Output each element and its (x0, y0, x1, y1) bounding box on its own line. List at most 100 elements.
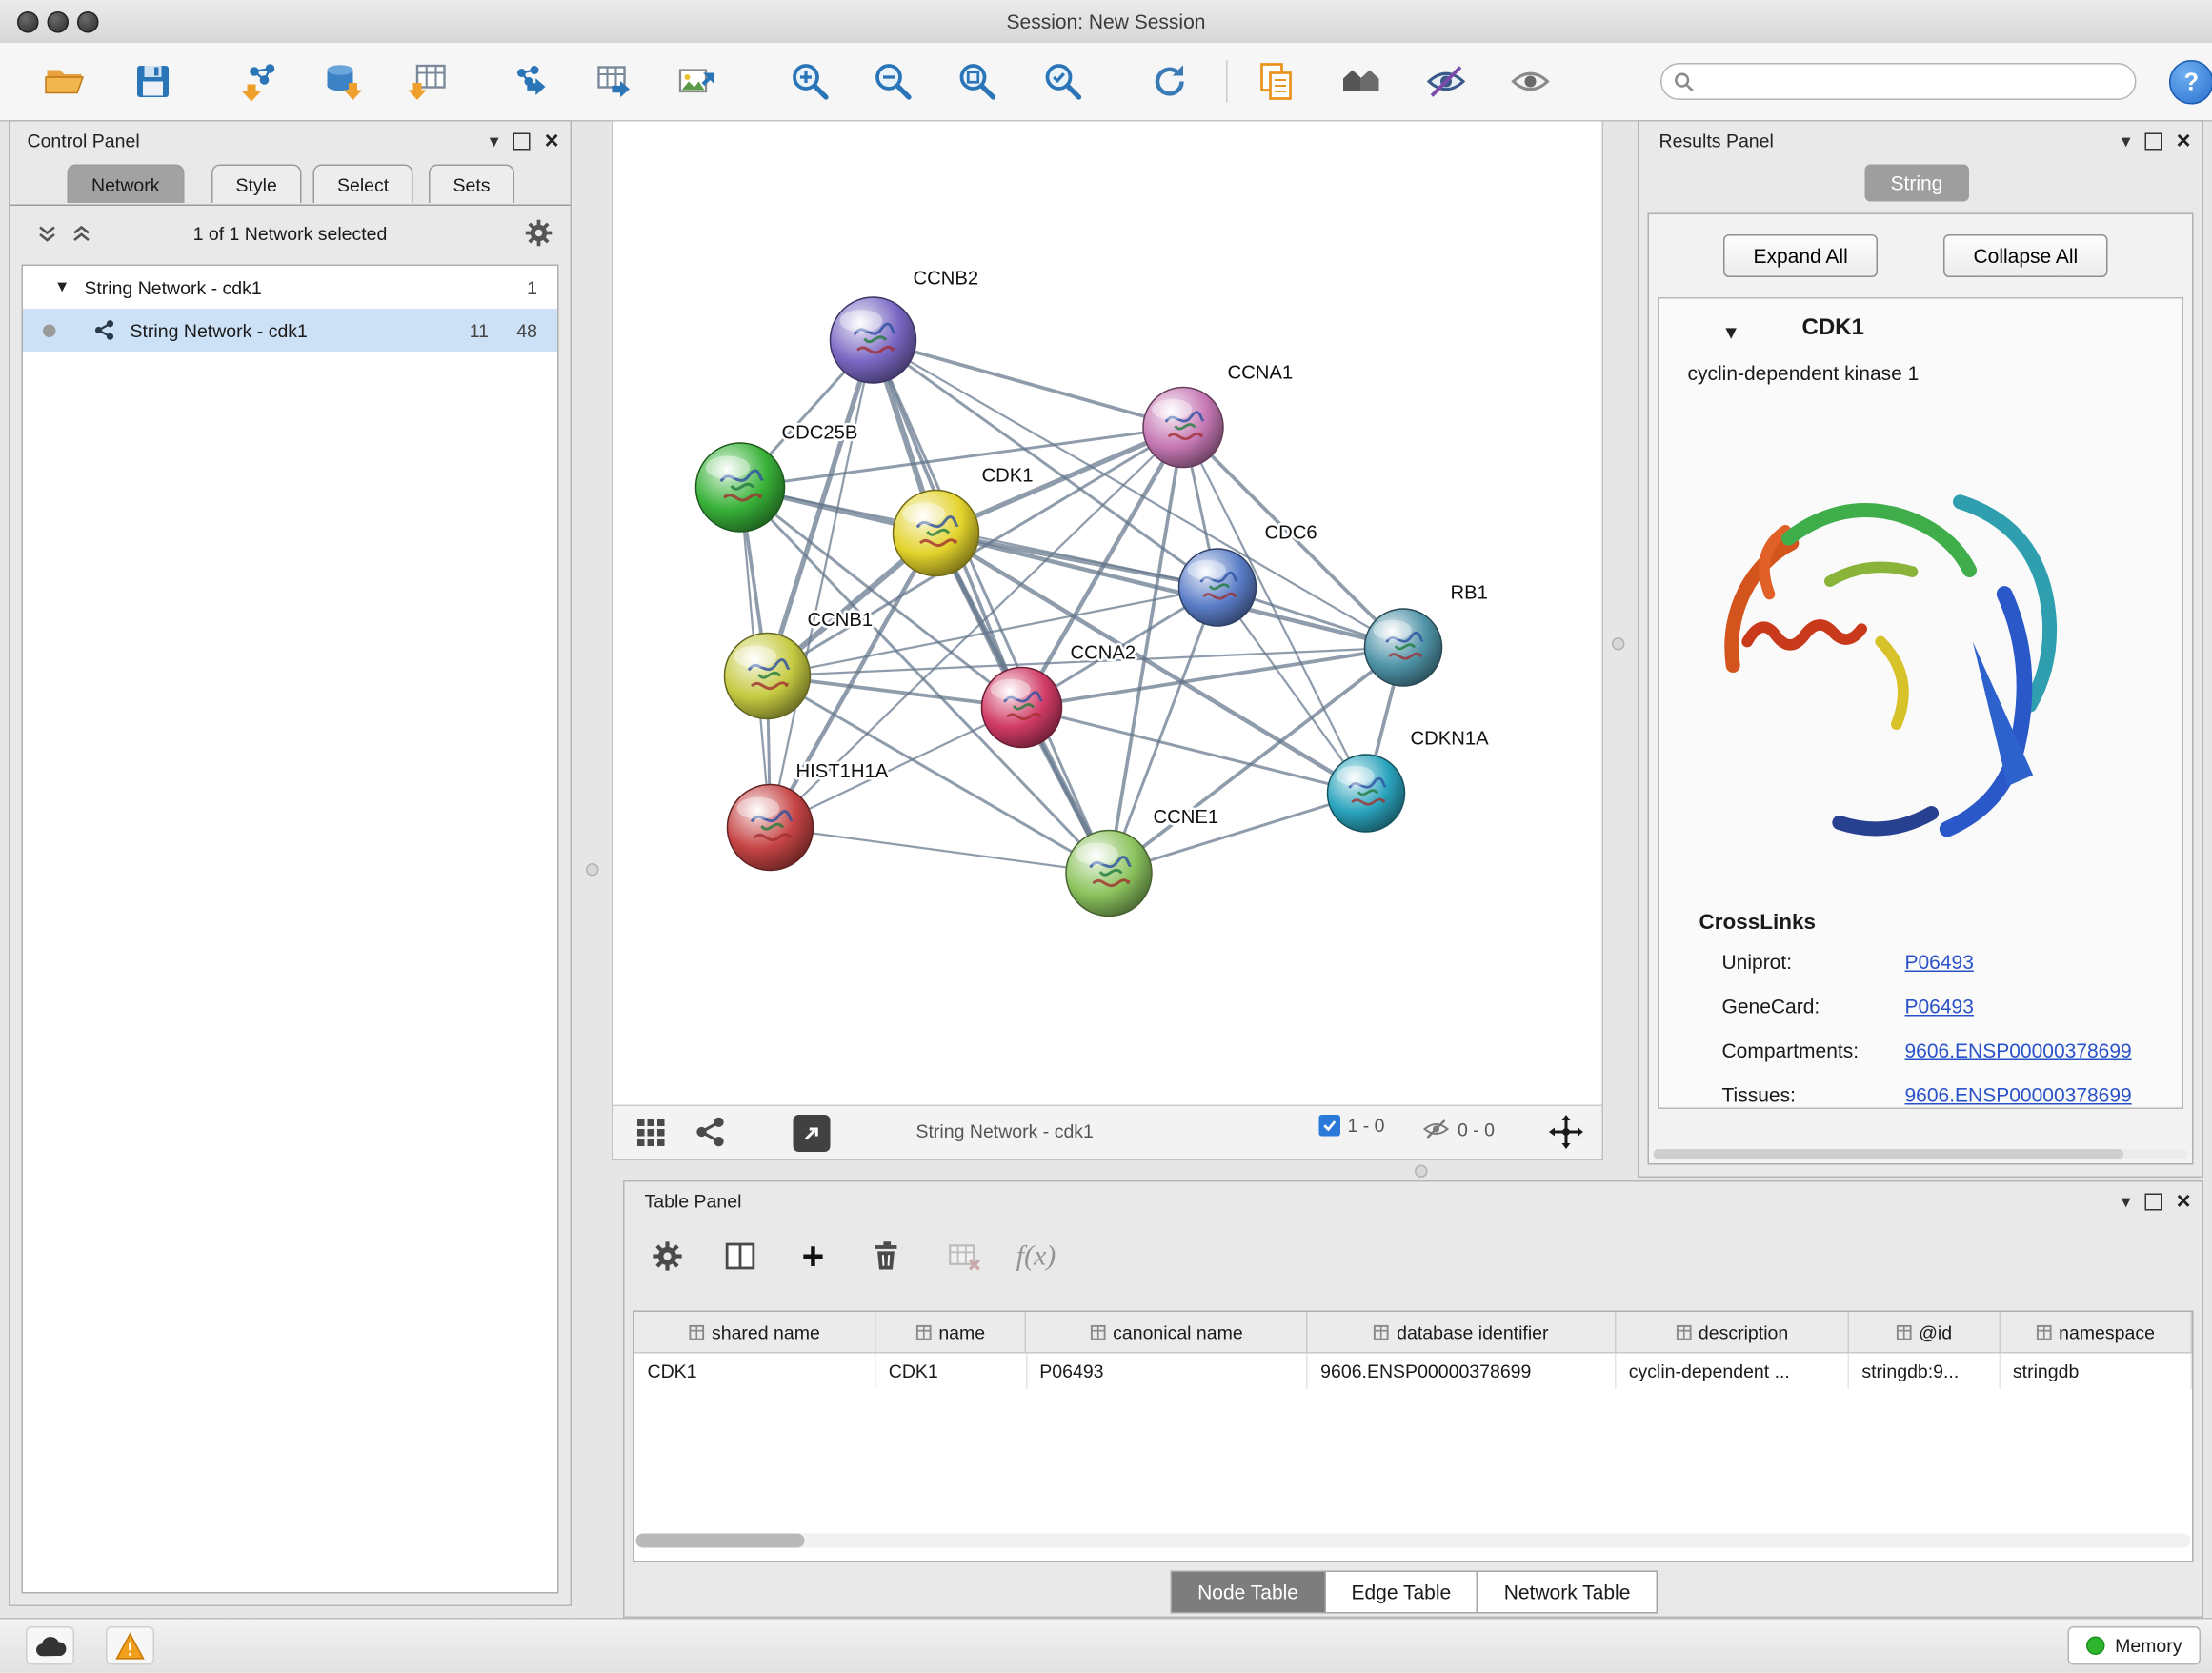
network-node-ccnb1[interactable] (725, 634, 811, 719)
network-node-cdc25b[interactable] (696, 443, 785, 532)
cell-namespace[interactable]: stringdb (2000, 1354, 2192, 1390)
refresh-icon[interactable] (1146, 57, 1195, 106)
network-node-ccnb2[interactable] (831, 297, 916, 383)
tab-style[interactable]: Style (211, 165, 301, 204)
export-image-icon[interactable] (674, 57, 722, 106)
collapse-all-button[interactable]: Collapse All (1943, 234, 2108, 277)
string-results-tab[interactable]: String (1865, 165, 1969, 202)
cell-canonical-name[interactable]: P06493 (1027, 1354, 1308, 1390)
cloud-button[interactable] (26, 1626, 74, 1665)
network-node-rb1[interactable] (1365, 609, 1442, 686)
network-collection-row[interactable]: ▼ String Network - cdk1 1 (23, 266, 557, 309)
column-header[interactable]: database identifier (1308, 1312, 1617, 1352)
warning-button[interactable] (106, 1626, 154, 1665)
show-columns-icon[interactable] (717, 1234, 763, 1280)
tab-edge-table[interactable]: Edge Table (1324, 1571, 1478, 1614)
collapse-gene-icon[interactable]: ▼ (1722, 322, 1740, 344)
panel-float-icon[interactable] (2145, 132, 2162, 150)
panel-menu-icon[interactable]: ▾ (490, 131, 499, 151)
help-button[interactable]: ? (2169, 60, 2212, 105)
cell-description[interactable]: cyclin-dependent ... (1616, 1354, 1849, 1390)
crosslink-tissues-link[interactable]: 9606.ENSP00000378699 (1905, 1083, 2132, 1106)
splitter-handle[interactable] (1415, 1165, 1428, 1179)
network-node-cdk1[interactable] (894, 491, 979, 576)
import-table-icon[interactable] (405, 57, 453, 106)
splitter-handle[interactable] (1612, 637, 1625, 651)
import-network-file-icon[interactable] (237, 57, 286, 106)
tab-node-table[interactable]: Node Table (1171, 1571, 1326, 1614)
cell-id[interactable]: stringdb:9... (1849, 1354, 2001, 1390)
cell-database-identifier[interactable]: 9606.ENSP00000378699 (1308, 1354, 1617, 1390)
save-session-icon[interactable] (129, 57, 177, 106)
copy-document-icon[interactable] (1252, 57, 1300, 106)
export-network-icon[interactable] (508, 57, 556, 106)
column-header[interactable]: canonical name (1027, 1312, 1308, 1352)
grid-view-icon[interactable] (633, 1115, 668, 1149)
tree-expand-icon[interactable]: ▼ (54, 279, 70, 296)
hide-selected-eye-icon[interactable] (1422, 57, 1471, 106)
column-header[interactable]: shared name (634, 1312, 875, 1352)
network-edge[interactable] (771, 828, 1110, 874)
network-edge[interactable] (771, 340, 874, 828)
network-row[interactable]: String Network - cdk1 11 48 (23, 309, 557, 352)
panel-float-icon[interactable] (513, 132, 531, 150)
delete-column-trash-icon[interactable] (863, 1234, 909, 1280)
show-all-eye-icon[interactable] (1506, 57, 1555, 106)
crosslink-row: GeneCard: P06493 (1722, 995, 2180, 1039)
panel-menu-icon[interactable]: ▾ (2122, 1192, 2131, 1211)
column-header[interactable]: namespace (2001, 1312, 2193, 1352)
crosslink-genecard-link[interactable]: P06493 (1905, 995, 1974, 1018)
crosslink-compartments-link[interactable]: 9606.ENSP00000378699 (1905, 1039, 2132, 1062)
tab-sets[interactable]: Sets (429, 165, 514, 204)
home-icon[interactable] (1337, 57, 1386, 106)
cell-shared-name[interactable]: CDK1 (634, 1354, 875, 1390)
network-node-cdc6[interactable] (1179, 549, 1257, 626)
zoom-selected-icon[interactable] (1039, 57, 1088, 106)
network-edge[interactable] (936, 534, 1404, 648)
network-node-ccna1[interactable] (1143, 388, 1223, 468)
crosslink-uniprot-link[interactable]: P06493 (1905, 951, 1974, 974)
table-horizontal-scrollbar[interactable] (636, 1534, 2191, 1548)
tab-network-table[interactable]: Network Table (1477, 1571, 1658, 1614)
splitter-handle[interactable] (586, 863, 599, 877)
network-edge[interactable] (874, 340, 1110, 874)
function-builder-icon[interactable]: f(x) (1014, 1234, 1059, 1280)
zoom-in-icon[interactable] (786, 57, 835, 106)
pan-crosshair-icon[interactable] (1548, 1114, 1585, 1151)
network-node-ccne1[interactable] (1066, 831, 1152, 917)
panel-menu-icon[interactable]: ▾ (2122, 131, 2131, 151)
cell-name[interactable]: CDK1 (875, 1354, 1027, 1390)
export-table-icon[interactable] (591, 57, 639, 106)
panel-close-icon[interactable]: × (545, 129, 559, 153)
tab-select[interactable]: Select (313, 165, 413, 204)
birdseye-view-icon[interactable] (694, 1115, 728, 1149)
add-column-icon[interactable]: + (791, 1234, 836, 1280)
zoom-out-icon[interactable] (869, 57, 917, 106)
network-node-cdkn1a[interactable] (1328, 755, 1405, 832)
search-input[interactable] (1703, 70, 2123, 94)
import-network-database-icon[interactable] (319, 57, 368, 106)
export-view-button[interactable] (794, 1115, 831, 1152)
network-edge[interactable] (874, 340, 1184, 428)
panel-close-icon[interactable]: × (2177, 1189, 2191, 1214)
tab-network[interactable]: Network (68, 165, 185, 204)
network-node-ccna2[interactable] (982, 668, 1062, 748)
search-box[interactable] (1660, 63, 2137, 100)
column-header[interactable]: @id (1849, 1312, 2000, 1352)
zoom-fit-icon[interactable] (954, 57, 1002, 106)
panel-float-icon[interactable] (2145, 1193, 2162, 1210)
expand-all-button[interactable]: Expand All (1723, 234, 1878, 277)
panel-close-icon[interactable]: × (2177, 129, 2191, 153)
column-header[interactable]: description (1617, 1312, 1850, 1352)
memory-button[interactable]: Memory (2068, 1626, 2201, 1665)
network-canvas[interactable]: CCNB2CCNA1CDC25BCDK1CDC6RB1CCNB1CCNA2CDK… (613, 122, 1602, 1107)
selected-counts-indicator[interactable]: 1 - 0 (1319, 1115, 1385, 1137)
network-node-hist1h1a[interactable] (728, 785, 814, 871)
table-row[interactable]: CDK1 CDK1 P06493 9606.ENSP00000378699 cy… (634, 1354, 2192, 1390)
open-session-icon[interactable] (40, 57, 89, 106)
network-options-gear-icon[interactable] (525, 219, 553, 252)
table-settings-gear-icon[interactable] (645, 1234, 691, 1280)
results-horizontal-scrollbar[interactable] (1654, 1149, 2188, 1159)
column-header[interactable]: name (875, 1312, 1026, 1352)
hidden-counts-indicator[interactable]: 0 - 0 (1422, 1115, 1496, 1143)
